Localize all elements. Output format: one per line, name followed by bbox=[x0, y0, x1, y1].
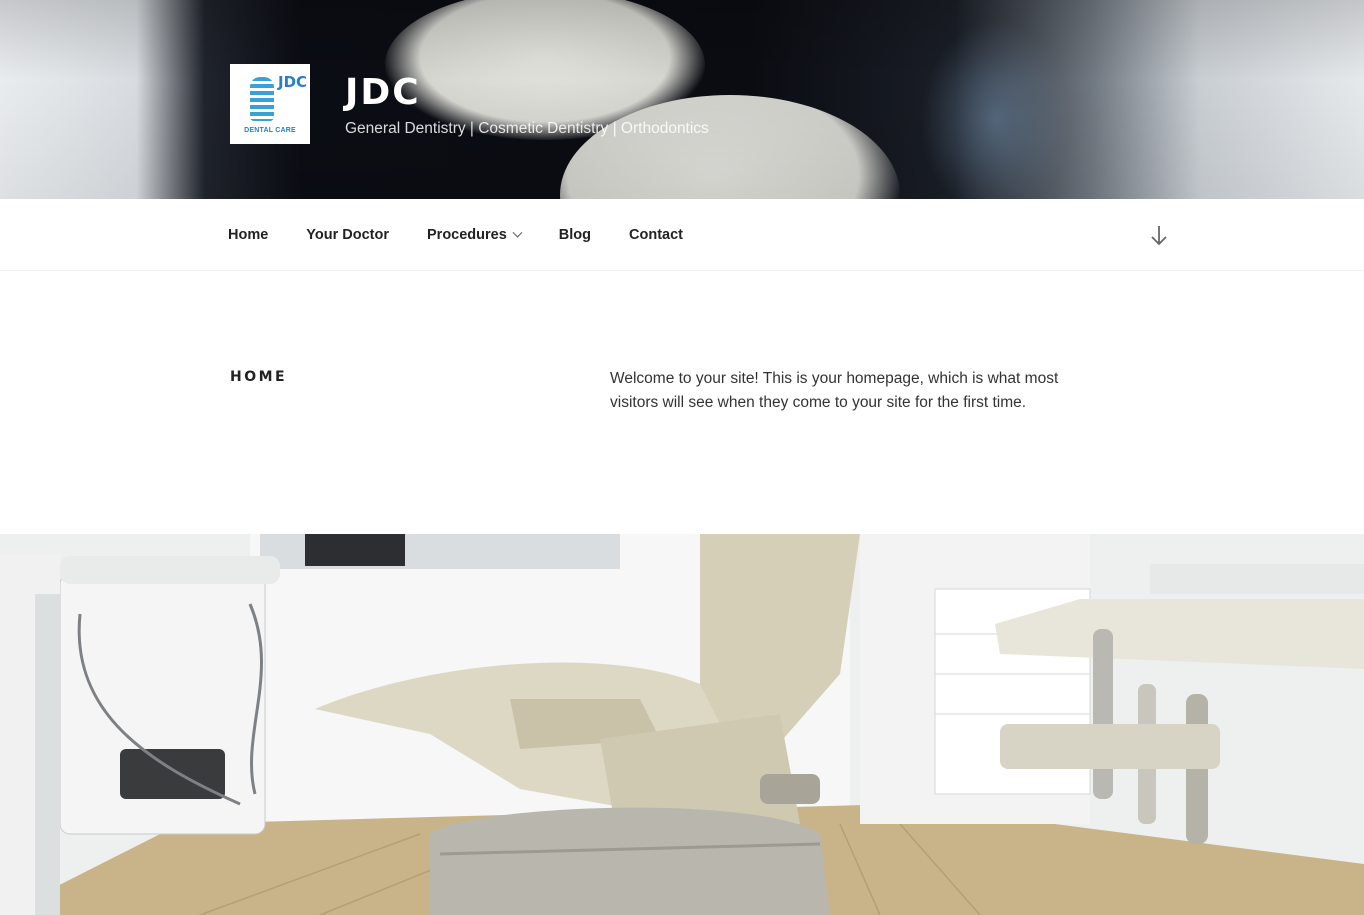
nav-item-home[interactable]: Home bbox=[228, 227, 268, 243]
site-logo[interactable]: JDC DENTAL CARE bbox=[230, 64, 310, 144]
nav-item-contact[interactable]: Contact bbox=[629, 227, 683, 243]
nav-item-procedures[interactable]: Procedures bbox=[427, 227, 523, 243]
logo-letters: JDC bbox=[278, 72, 308, 91]
nav-menu: Home Your Doctor Procedures Blog Contact bbox=[228, 199, 721, 271]
arrow-down-icon[interactable] bbox=[1148, 224, 1170, 248]
intro-text: Welcome to your site! This is your homep… bbox=[610, 370, 1059, 411]
nav-item-your-doctor[interactable]: Your Doctor bbox=[306, 227, 389, 243]
site-description: General Dentistry | Cosmetic Dentistry |… bbox=[345, 120, 709, 137]
header-hero: JDC DENTAL CARE JDC General Dentistry | … bbox=[0, 0, 1364, 199]
dental-room-photo bbox=[0, 534, 1364, 915]
logo-mark: JDC bbox=[240, 72, 308, 125]
tooth-icon bbox=[250, 76, 274, 121]
logo-caption: DENTAL CARE bbox=[244, 126, 296, 134]
chevron-down-icon bbox=[512, 227, 523, 238]
nav-item-blog[interactable]: Blog bbox=[559, 227, 591, 243]
site-title[interactable]: JDC bbox=[345, 72, 421, 113]
page-title: HOME bbox=[230, 369, 288, 385]
